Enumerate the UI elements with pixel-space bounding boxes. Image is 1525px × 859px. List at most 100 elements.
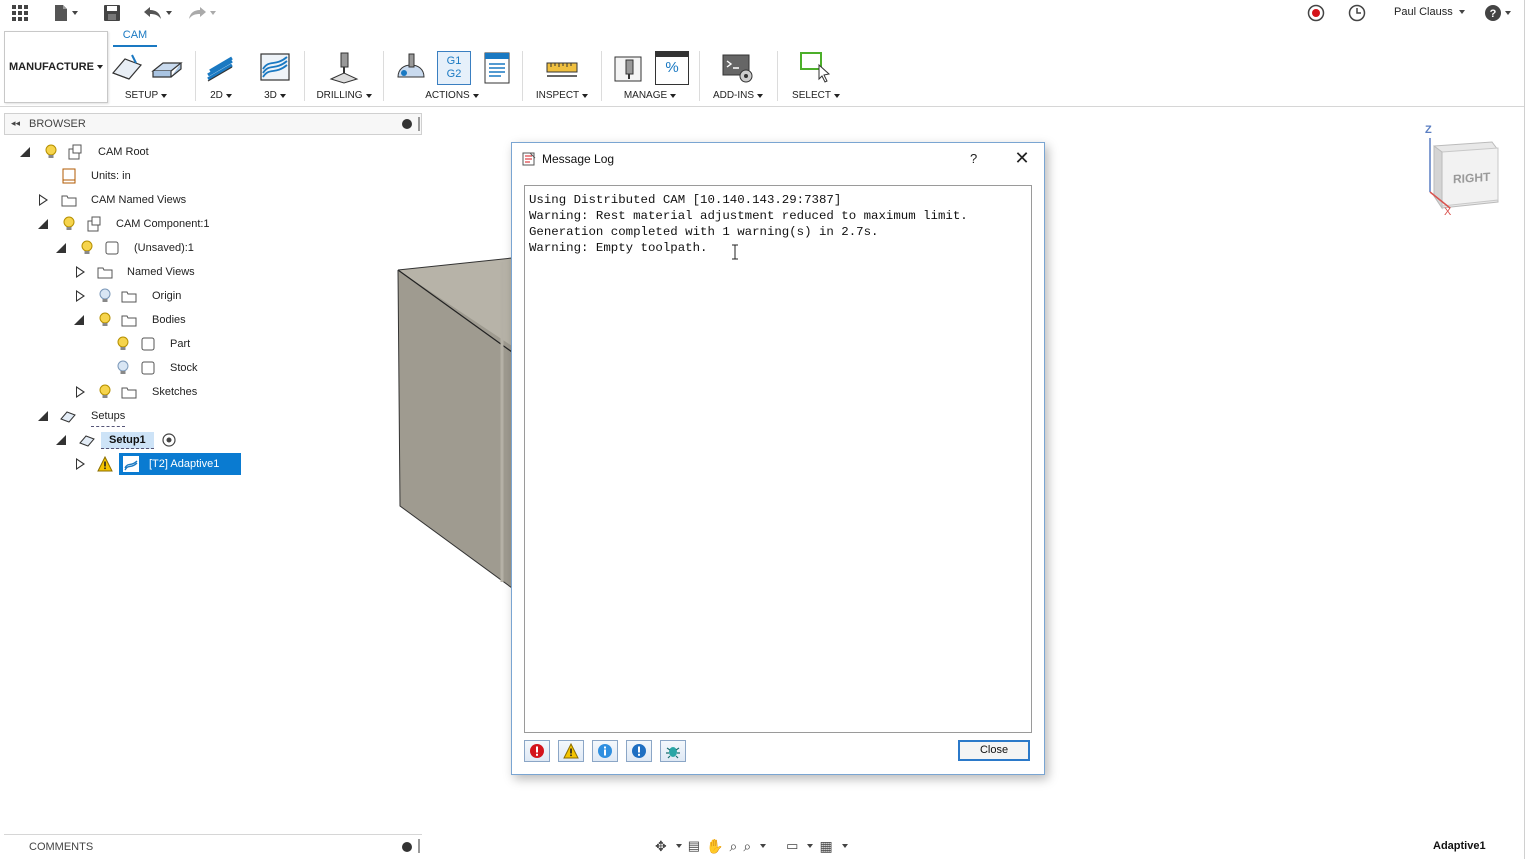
manage-group-label[interactable]: MANAGE <box>608 90 692 101</box>
collapse-arrow-icon[interactable] <box>56 435 66 445</box>
dialog-help-button[interactable]: ? <box>970 151 977 166</box>
browser-panel-header: ◂◂ BROWSER <box>4 113 422 135</box>
collapse-arrow-icon[interactable] <box>20 147 30 157</box>
body-icon <box>141 337 155 351</box>
message-log-text-area[interactable]: Using Distributed CAM [10.140.143.29:738… <box>524 185 1032 733</box>
new-setup-button[interactable] <box>110 51 144 85</box>
tree-label-part[interactable]: Part <box>170 333 190 355</box>
quick-access-bar: Paul Clauss ? <box>0 0 1525 26</box>
viewcube[interactable]: RIGHT Z X <box>1420 124 1504 220</box>
error-filter-button[interactable] <box>524 740 550 762</box>
tree-label-adaptive1-selected[interactable]: [T2] Adaptive1 <box>119 453 241 475</box>
simulate-button[interactable] <box>394 51 428 85</box>
visibility-bulb-off-icon[interactable] <box>115 360 131 376</box>
setup-group-label[interactable]: SETUP <box>108 90 184 101</box>
expand-arrow-icon[interactable] <box>39 194 48 206</box>
collapse-arrow-icon[interactable] <box>74 315 84 325</box>
dialog-title-bar[interactable]: Message Log ? ✕ <box>512 143 1044 175</box>
pan-icon[interactable]: ✋ <box>706 838 723 855</box>
close-button[interactable]: Close <box>958 740 1030 761</box>
look-at-icon[interactable]: ▤ <box>688 838 700 854</box>
debug-filter-button[interactable] <box>660 740 686 762</box>
record-button[interactable] <box>1307 3 1325 23</box>
3d-operations-button[interactable] <box>258 51 292 85</box>
visibility-bulb-icon[interactable] <box>61 216 77 232</box>
actions-group-label[interactable]: ACTIONS <box>390 90 514 101</box>
stock-setup-button[interactable] <box>150 51 184 85</box>
fit-icon[interactable]: ⌕ <box>743 838 751 855</box>
2d-group-label[interactable]: 2D <box>200 90 242 101</box>
3d-group-label[interactable]: 3D <box>254 90 296 101</box>
expand-arrow-icon[interactable] <box>76 458 85 470</box>
collapse-panel-icon[interactable]: ◂◂ <box>11 118 20 129</box>
tree-item-unsaved[interactable] <box>56 237 66 259</box>
visibility-bulb-icon[interactable] <box>97 384 113 400</box>
drilling-group-label[interactable]: DRILLING <box>312 90 376 101</box>
important-filter-button[interactable] <box>626 740 652 762</box>
viewcube-face-label[interactable]: RIGHT <box>1453 170 1490 187</box>
tree-label-named-views: Named Views <box>127 266 195 278</box>
panel-resize-handle[interactable] <box>418 117 420 131</box>
task-manager-button[interactable]: % <box>655 51 689 85</box>
redo-button[interactable] <box>187 3 216 23</box>
select-button[interactable] <box>799 51 833 85</box>
expand-arrow-icon[interactable] <box>76 266 85 278</box>
warning-filter-button[interactable] <box>558 740 584 762</box>
tree-item-adaptive1[interactable] <box>76 453 85 475</box>
visibility-bulb-icon[interactable] <box>97 312 113 328</box>
active-setup-radio-icon[interactable] <box>161 432 177 448</box>
part-model-3d[interactable] <box>396 256 516 592</box>
tool-library-button[interactable] <box>612 51 646 85</box>
visibility-bulb-icon[interactable] <box>115 336 131 352</box>
visibility-bulb-icon[interactable] <box>43 144 59 160</box>
collapse-arrow-icon[interactable] <box>38 219 48 229</box>
tree-item-cam-root[interactable] <box>20 141 30 163</box>
select-group-label[interactable]: SELECT <box>784 90 848 101</box>
file-menu-button[interactable] <box>53 3 78 23</box>
tree-item-cam-named-views[interactable] <box>39 189 48 211</box>
tree-item-named-views[interactable] <box>76 261 85 283</box>
tree-label-setup1[interactable]: Setup1 <box>101 429 154 451</box>
grid-icon[interactable]: ▦ <box>819 838 832 855</box>
collapse-arrow-icon[interactable] <box>56 243 66 253</box>
tree-label-stock[interactable]: Stock <box>170 357 198 379</box>
tree-item-setups[interactable] <box>38 405 48 427</box>
select-group: SELECT <box>784 27 848 105</box>
tree-label-units[interactable]: Units: in <box>91 165 131 187</box>
2d-operations-button[interactable] <box>204 51 238 85</box>
help-menu-button[interactable]: ? <box>1484 3 1511 23</box>
orbit-icon[interactable]: ✥ <box>655 838 667 855</box>
visibility-bulb-icon[interactable] <box>79 240 95 256</box>
collapse-arrow-icon[interactable] <box>38 411 48 421</box>
dialog-close-icon[interactable]: ✕ <box>1012 148 1032 168</box>
job-status-button[interactable] <box>1348 3 1366 23</box>
inspect-group-label[interactable]: INSPECT <box>530 90 594 101</box>
expand-arrow-icon[interactable] <box>76 290 85 302</box>
apps-grid-icon[interactable] <box>11 3 29 23</box>
tree-item-setup1[interactable] <box>56 429 66 451</box>
tree-item-bodies[interactable] <box>74 309 84 331</box>
tree-item-sketches[interactable] <box>76 381 85 403</box>
3d-group: 3D <box>254 27 296 105</box>
add-comment-icon[interactable] <box>402 842 412 852</box>
expand-arrow-icon[interactable] <box>76 386 85 398</box>
add-ins-group-label[interactable]: ADD-INS <box>706 90 770 101</box>
post-process-button[interactable]: G1 G2 <box>437 51 471 85</box>
workspace-switcher[interactable]: MANUFACTURE <box>4 31 108 103</box>
tree-item-origin[interactable] <box>76 285 85 307</box>
info-filter-button[interactable] <box>592 740 618 762</box>
tree-item-cam-component[interactable] <box>38 213 48 235</box>
scripts-addins-button[interactable] <box>721 51 755 85</box>
measure-button[interactable] <box>545 51 579 85</box>
drill-button[interactable] <box>327 51 361 85</box>
browser-options-icon[interactable] <box>402 119 412 129</box>
visibility-bulb-off-icon[interactable] <box>97 288 113 304</box>
comments-panel: COMMENTS <box>4 834 422 858</box>
display-settings-icon[interactable]: ▭ <box>786 838 798 854</box>
save-button[interactable] <box>103 3 121 23</box>
user-account-menu[interactable]: Paul Clauss <box>1394 6 1465 18</box>
panel-resize-handle[interactable] <box>418 839 420 853</box>
setup-sheet-button[interactable] <box>480 51 514 85</box>
undo-button[interactable] <box>143 3 172 23</box>
zoom-icon[interactable]: ⌕ <box>729 838 737 855</box>
